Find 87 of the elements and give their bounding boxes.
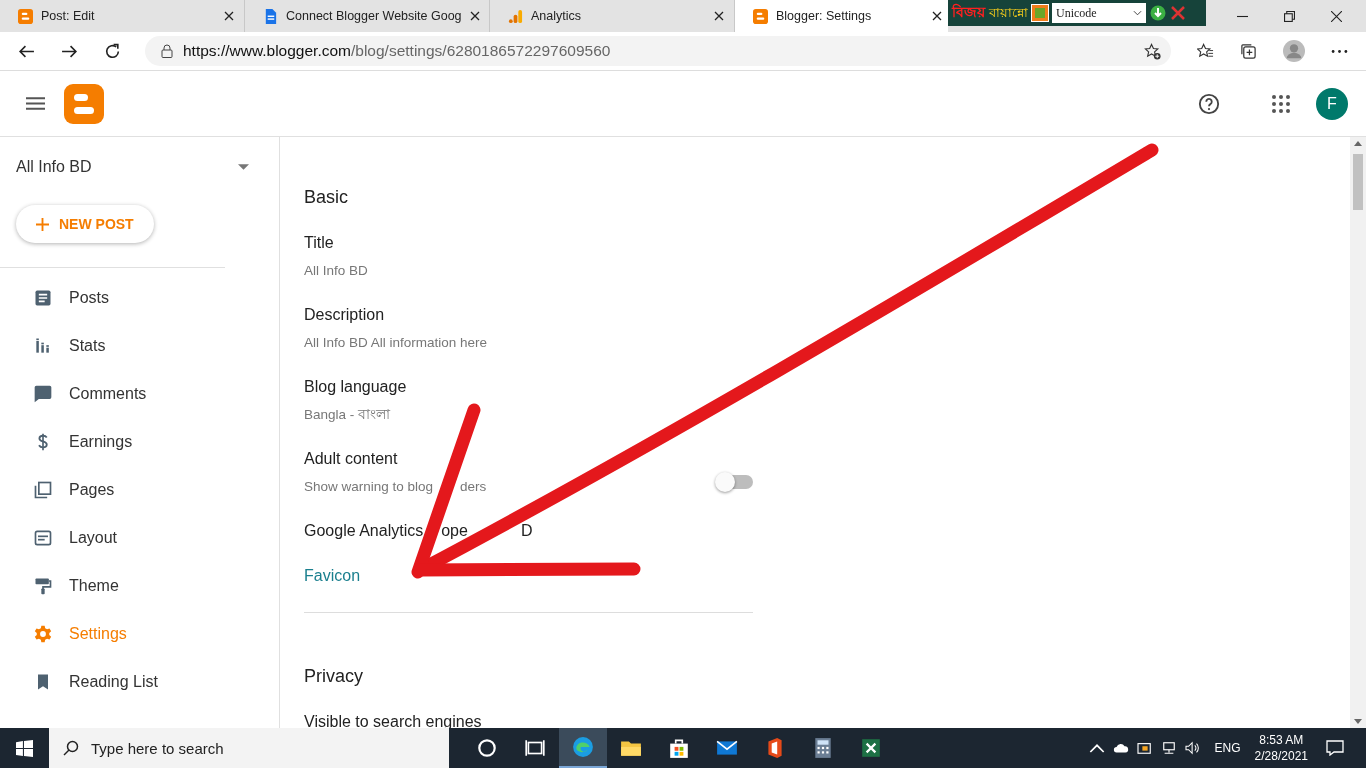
tab-title: Connect Blogger Website Goog xyxy=(286,9,462,23)
refresh-icon[interactable] xyxy=(104,42,121,60)
edge-icon[interactable] xyxy=(572,736,594,758)
address-bar[interactable]: https://www.blogger.com/blog/settings/6280186572297609560 xyxy=(145,36,1171,66)
volume-icon[interactable] xyxy=(1184,741,1201,755)
layout-icon xyxy=(33,528,53,548)
task-view-icon[interactable] xyxy=(524,737,546,759)
search-input[interactable]: Type here to search xyxy=(89,738,433,758)
apps-icon[interactable] xyxy=(1272,94,1290,113)
help-icon[interactable] xyxy=(1198,92,1220,115)
document-icon xyxy=(263,8,278,24)
profile-icon[interactable] xyxy=(1283,40,1305,62)
scroll-up-icon[interactable] xyxy=(1354,141,1362,146)
sidebar-item[interactable]: Reading List xyxy=(0,658,225,706)
toggle-switch[interactable] xyxy=(717,475,753,489)
setting-value-fragment: ders xyxy=(460,479,487,495)
pages-icon xyxy=(33,480,53,500)
lock-icon xyxy=(161,44,173,58)
download-icon[interactable] xyxy=(1150,5,1166,21)
windows-logo[interactable] xyxy=(16,739,33,757)
plus-icon xyxy=(36,217,49,231)
menu-icon[interactable] xyxy=(26,97,45,110)
close-icon[interactable] xyxy=(469,11,480,21)
section-title: Privacy xyxy=(304,666,364,687)
close-icon[interactable] xyxy=(1331,10,1342,22)
tab-title: Blogger: Settings xyxy=(776,9,873,23)
setting-value-fragment: Show warning to blog xyxy=(304,479,434,495)
document-icon xyxy=(33,288,53,308)
restore-icon[interactable] xyxy=(1284,10,1295,22)
network-icon[interactable] xyxy=(1160,741,1177,755)
setting-label: Title xyxy=(304,234,335,252)
calculator-icon[interactable] xyxy=(812,737,834,759)
caret-icon xyxy=(1133,10,1142,16)
close-icon[interactable] xyxy=(714,11,724,21)
sidebar-item[interactable]: Earnings xyxy=(0,418,225,466)
scrollbar-thumb[interactable] xyxy=(1353,154,1363,210)
blogger-icon xyxy=(753,8,768,24)
collections-icon[interactable] xyxy=(1240,42,1257,60)
keyboard-logo-text: বায়ান্নো xyxy=(989,3,1028,22)
clock-date[interactable]: 2/28/2021 xyxy=(1254,749,1308,763)
caret-icon xyxy=(238,164,249,170)
sidebar-item[interactable]: Pages xyxy=(0,466,225,514)
setting-label-fragment: ope xyxy=(441,522,468,540)
favicon-link[interactable]: Favicon xyxy=(304,567,361,585)
speech-bubble-icon xyxy=(33,384,53,404)
clock-time[interactable]: 8:53 AM xyxy=(1259,733,1304,747)
sidebar-item[interactable]: Layout xyxy=(0,514,225,562)
blog-selector[interactable]: All Info BD xyxy=(0,137,279,197)
keyboard-logo: বিজয় xyxy=(952,2,985,22)
sidebar-item[interactable]: Posts xyxy=(0,274,225,322)
sidebar-item[interactable]: Comments xyxy=(0,370,225,418)
cloud-icon[interactable] xyxy=(1112,741,1129,755)
tab-title: Analytics xyxy=(531,9,583,23)
setting-label: Description xyxy=(304,306,386,324)
setting-label-fragment: Google Analytics xyxy=(304,522,424,540)
setting-value: All Info BD All information here xyxy=(304,335,488,351)
paint-roller-icon xyxy=(33,576,53,596)
taskbar-search-field[interactable]: Type here to search xyxy=(49,728,449,768)
sidebar-item[interactable]: Theme xyxy=(0,562,225,610)
bar-chart-icon xyxy=(508,8,523,24)
cortana-icon[interactable] xyxy=(476,737,498,759)
add-favorite-icon[interactable] xyxy=(1144,42,1161,60)
spreadsheet-icon[interactable] xyxy=(860,737,882,759)
setting-label: Blog language xyxy=(304,378,407,396)
blogger-logo[interactable] xyxy=(64,83,104,124)
setting-label: Visible to search engines xyxy=(304,713,482,731)
notifications-icon[interactable] xyxy=(1326,740,1344,756)
blogger-icon xyxy=(18,8,33,24)
sidebar-item[interactable]: Stats xyxy=(0,322,225,370)
favorites-icon[interactable] xyxy=(1197,42,1214,60)
store-icon[interactable] xyxy=(668,737,690,759)
battery-icon[interactable] xyxy=(1136,741,1153,755)
tab-title: Post: Edit xyxy=(41,9,96,23)
close-icon[interactable] xyxy=(932,11,942,21)
close-icon[interactable] xyxy=(224,11,234,21)
account-avatar[interactable]: F xyxy=(1316,87,1348,120)
setting-value: All Info BD xyxy=(304,263,368,279)
browser-tab[interactable]: Blogger: Settings xyxy=(735,0,948,32)
scroll-down-icon[interactable] xyxy=(1354,719,1362,724)
input-language[interactable]: ENG xyxy=(1214,741,1241,755)
layout-dropdown[interactable]: Unicode xyxy=(1052,3,1146,23)
setting-label-fragment: D xyxy=(520,522,533,540)
setting-label: Adult content xyxy=(304,450,399,468)
setting-value: Bangla - বাংলা xyxy=(304,407,392,423)
search-icon xyxy=(63,740,79,756)
settings-icon xyxy=(33,624,53,644)
section-title: Basic xyxy=(304,187,349,208)
